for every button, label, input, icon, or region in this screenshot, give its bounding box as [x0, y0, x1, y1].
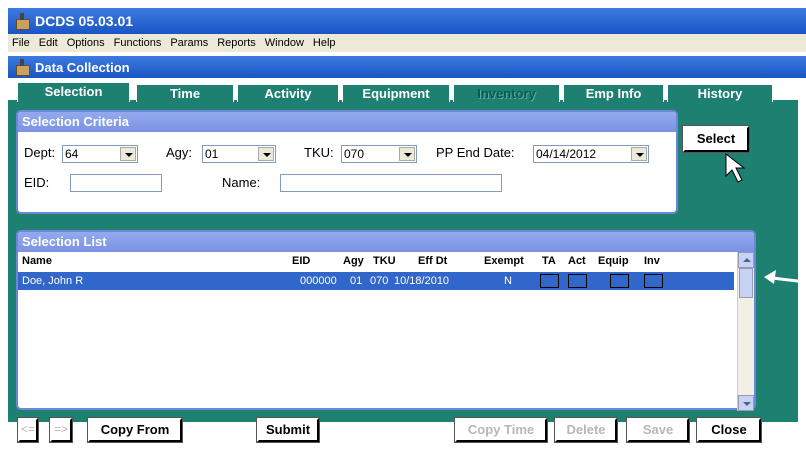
row-equip-checkbox[interactable] [610, 274, 629, 288]
row-eff-dt: 10/18/2010 [394, 275, 450, 287]
app-icon [14, 13, 30, 30]
tku-select[interactable]: 070 [341, 145, 417, 163]
app-window: DCDS 05.03.01 File Edit Options Function… [0, 0, 806, 451]
col-name[interactable]: Name [22, 255, 52, 267]
list-row[interactable]: Doe, John R 000000 01 070 10/18/2010 N [18, 272, 734, 290]
eid-input[interactable] [70, 174, 162, 192]
form-title: Data Collection [35, 59, 130, 75]
menubar: File Edit Options Functions Params Repor… [8, 34, 806, 52]
row-act-checkbox[interactable] [568, 274, 587, 288]
select-button[interactable]: Select [682, 125, 750, 153]
selection-list-group: Selection List Name EID Agy TKU Eff Dt E… [16, 230, 756, 411]
agy-select[interactable]: 01 [202, 145, 276, 163]
menu-edit[interactable]: Edit [39, 37, 58, 49]
col-agy[interactable]: Agy [343, 255, 364, 267]
menu-functions[interactable]: Functions [114, 37, 162, 49]
name-input[interactable] [280, 174, 502, 192]
pp-end-date-dropdown-icon[interactable] [631, 147, 647, 161]
pp-end-date-value: 04/14/2012 [536, 147, 597, 161]
next-button: => [49, 417, 73, 443]
agy-value: 01 [205, 147, 219, 161]
tku-value: 070 [344, 147, 365, 161]
agy-label: Agy: [166, 145, 193, 160]
selection-list-title: Selection List [18, 232, 754, 252]
menu-help[interactable]: Help [313, 37, 336, 49]
row-exempt: N [504, 275, 512, 287]
col-eid[interactable]: EID [292, 255, 310, 267]
eid-label: EID: [24, 175, 50, 190]
dept-select[interactable]: 64 [62, 145, 138, 163]
row-eid: 000000 [300, 275, 337, 287]
close-button[interactable]: Close [696, 417, 762, 443]
selection-criteria-group: Selection Criteria Dept: 64 Agy: 01 TKU:… [16, 110, 678, 214]
submit-button[interactable]: Submit [256, 417, 320, 443]
row-name: Doe, John R [22, 275, 84, 287]
copy-from-button[interactable]: Copy From [87, 417, 183, 443]
menu-params[interactable]: Params [170, 37, 208, 49]
tab-activity[interactable]: Activity [237, 84, 339, 102]
tab-selection[interactable]: Selection [17, 82, 130, 102]
col-eff-dt[interactable]: Eff Dt [418, 255, 447, 267]
row-tku: 070 [370, 275, 389, 287]
agy-dropdown-icon[interactable] [258, 147, 274, 161]
pointer-arrow-icon [764, 270, 806, 284]
name-label: Name: [222, 175, 261, 190]
menu-reports[interactable]: Reports [217, 37, 256, 49]
col-ta[interactable]: TA [542, 255, 556, 267]
row-inv-checkbox[interactable] [644, 274, 663, 288]
form-titlebar[interactable]: Data Collection [8, 56, 806, 78]
list-header: Name EID Agy TKU Eff Dt Exempt TA Act Eq… [18, 252, 734, 270]
copy-time-button: Copy Time [454, 417, 548, 443]
tab-inventory: Inventory [453, 84, 560, 102]
prev-button: <= [17, 417, 39, 443]
menu-window[interactable]: Window [265, 37, 304, 49]
scroll-up-icon[interactable] [738, 252, 754, 268]
pp-end-date-select[interactable]: 04/14/2012 [533, 145, 649, 163]
form-icon [14, 59, 30, 76]
save-button: Save [626, 417, 690, 443]
list-scrollbar[interactable] [737, 252, 754, 411]
menu-options[interactable]: Options [67, 37, 105, 49]
menu-file[interactable]: File [12, 37, 30, 49]
pp-end-date-label: PP End Date: [436, 145, 515, 160]
tab-history[interactable]: History [667, 84, 773, 102]
scroll-thumb[interactable] [739, 268, 753, 298]
window-titlebar[interactable]: DCDS 05.03.01 [8, 8, 806, 34]
window-title: DCDS 05.03.01 [35, 13, 134, 29]
col-tku[interactable]: TKU [373, 255, 396, 267]
tab-time[interactable]: Time [136, 84, 234, 102]
selection-criteria-title: Selection Criteria [18, 112, 676, 132]
tku-dropdown-icon[interactable] [399, 147, 415, 161]
col-inv[interactable]: Inv [644, 255, 660, 267]
col-equip[interactable]: Equip [598, 255, 629, 267]
tab-emp-info[interactable]: Emp Info [563, 84, 664, 102]
tab-equipment[interactable]: Equipment [342, 84, 450, 102]
tab-strip: Selection Time Activity Equipment Invent… [15, 82, 795, 102]
tku-label: TKU: [304, 145, 334, 160]
dept-label: Dept: [24, 145, 56, 160]
mouse-pointer-icon [725, 152, 746, 183]
col-exempt[interactable]: Exempt [484, 255, 524, 267]
delete-button: Delete [554, 417, 618, 443]
row-ta-checkbox[interactable] [540, 274, 559, 288]
scroll-down-icon[interactable] [738, 395, 754, 411]
dept-dropdown-icon[interactable] [120, 147, 136, 161]
row-agy: 01 [350, 275, 363, 287]
dept-value: 64 [65, 147, 79, 161]
col-act[interactable]: Act [568, 255, 586, 267]
